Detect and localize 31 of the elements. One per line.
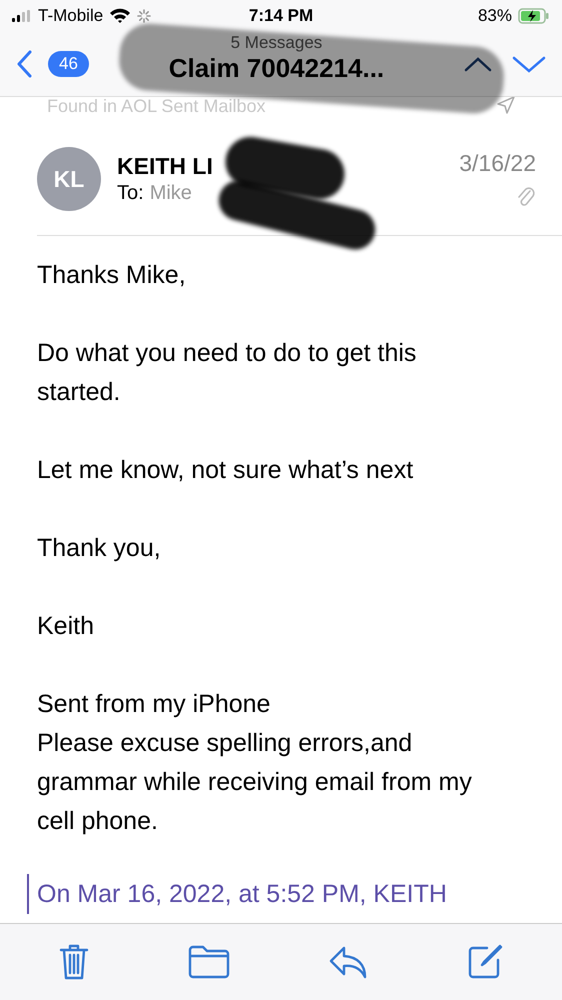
- reply-icon[interactable]: [328, 945, 368, 979]
- folder-icon[interactable]: [188, 945, 230, 979]
- battery-percent: 83%: [478, 6, 512, 26]
- chevron-up-icon[interactable]: [464, 56, 492, 72]
- chevron-down-icon[interactable]: [512, 55, 546, 73]
- carrier-name: T-Mobile: [38, 6, 104, 26]
- unread-badge[interactable]: 46: [48, 51, 89, 77]
- signal-icon: [12, 10, 32, 22]
- body-text: Let me know, not sure what’s next: [37, 455, 414, 486]
- to-label: To:: [117, 182, 144, 205]
- thread-title: Claim 70042214...: [168, 52, 384, 84]
- message-count: 5 Messages: [230, 32, 322, 52]
- sender-avatar: KL: [37, 147, 101, 211]
- body-text: Thank you,: [37, 533, 162, 564]
- wifi-icon: [109, 8, 132, 24]
- trash-icon[interactable]: [59, 943, 90, 981]
- sender-name: KEITH LI: [117, 153, 214, 180]
- compose-icon[interactable]: [466, 944, 503, 980]
- spinner-icon: [137, 9, 152, 23]
- body-text: Do what you need to do to get this started.: [37, 338, 418, 408]
- body-text: Please excuse spelling errors,and grammar while receiving email from my cell phone.: [37, 728, 473, 837]
- body-text: Thanks Mike,: [37, 260, 187, 291]
- battery-charging-icon: [518, 8, 550, 24]
- message-date: 3/16/22: [459, 150, 536, 176]
- back-icon[interactable]: [16, 50, 32, 78]
- quoted-header: On Mar 16, 2022, at 5:52 PM, KEITH: [37, 880, 447, 908]
- recipient-name[interactable]: Mike: [150, 182, 192, 205]
- body-text: Keith: [37, 611, 95, 642]
- body-text: Sent from my iPhone: [37, 689, 272, 720]
- sent-arrow-icon: [496, 97, 516, 115]
- clock-time: 7:14 PM: [248, 6, 314, 26]
